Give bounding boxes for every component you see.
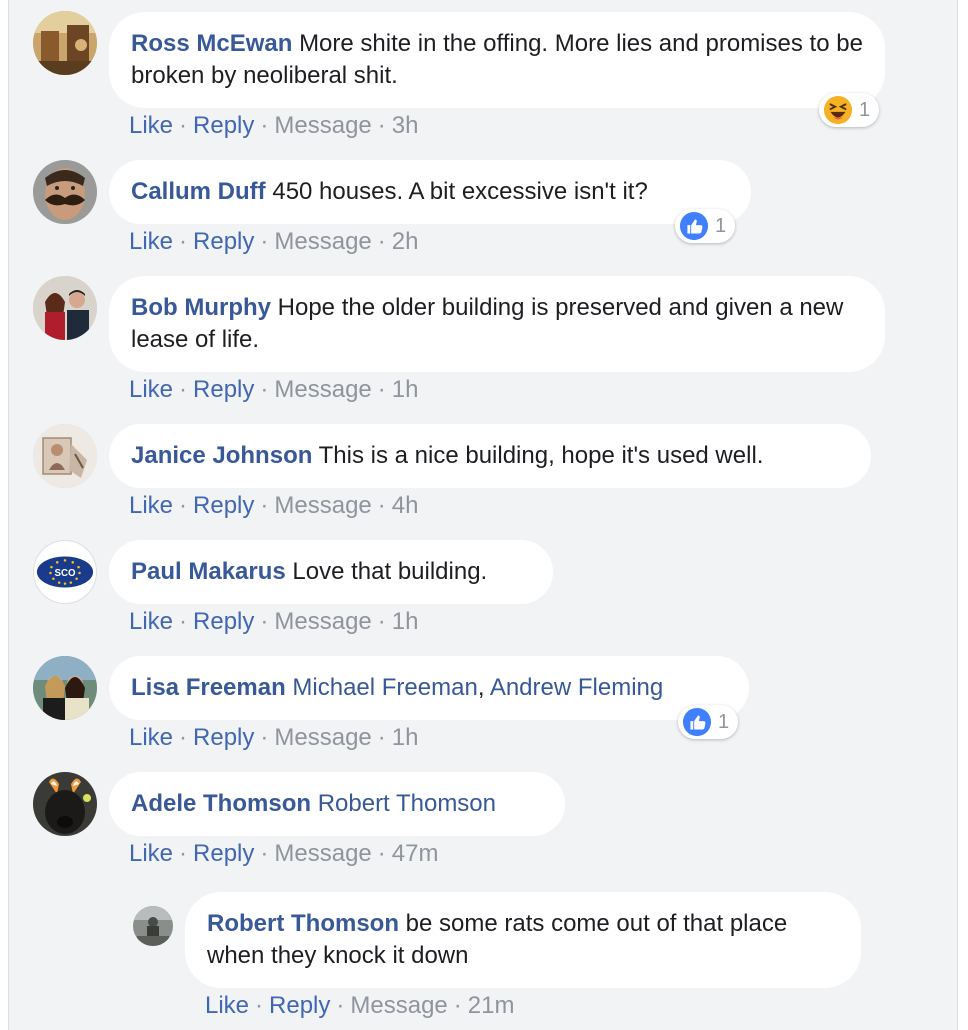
comment-actions: Like · Reply · Message · 21m (205, 991, 514, 1021)
avatar[interactable] (133, 906, 173, 946)
comment-author[interactable]: Robert Thomson (207, 910, 399, 937)
separator: · (255, 992, 264, 1019)
message-link[interactable]: Message (350, 992, 447, 1019)
reply-link[interactable]: Reply (269, 992, 330, 1019)
reply-comment: Robert Thomson be some rats come out of … (9, 0, 959, 1030)
comment-bubble: Robert Thomson be some rats come out of … (185, 892, 861, 988)
separator: · (453, 992, 462, 1019)
like-link[interactable]: Like (205, 992, 249, 1019)
comment-thread: Ross McEwan More shite in the offing. Mo… (8, 0, 958, 1030)
timestamp[interactable]: 21m (468, 992, 515, 1019)
separator: · (336, 992, 345, 1019)
